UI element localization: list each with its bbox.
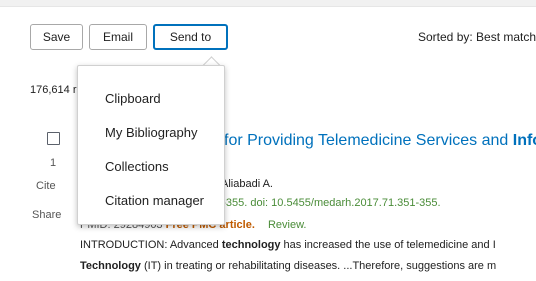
share-button[interactable]: Share — [32, 209, 61, 221]
snippet-highlight: technology — [221, 239, 281, 251]
snippet-line: Technology (IT) in treating or rehabilit… — [80, 260, 496, 272]
article-title-highlight: Info — [512, 132, 536, 149]
result-index: 1 — [50, 157, 57, 169]
snippet-text: has increased the use of telemedicine an… — [280, 239, 496, 251]
menu-item-my-bibliography[interactable]: My Bibliography — [78, 118, 224, 148]
snippet-text: INTRODUCTION: Advanced — [80, 239, 222, 251]
menu-item-collections[interactable]: Collections — [78, 152, 224, 182]
snippet-highlight: Technology — [80, 260, 141, 272]
menu-item-clipboard[interactable]: Clipboard — [78, 84, 224, 114]
snippet-text: (IT) in treating or rehabilitating disea… — [140, 260, 497, 272]
article-citation: 51-355. doi: 10.5455/medarh.2017.71.351-… — [210, 197, 441, 209]
results-count: 176,614 r — [30, 84, 77, 96]
email-button[interactable]: Email — [89, 24, 147, 50]
top-divider — [0, 0, 536, 7]
save-button[interactable]: Save — [30, 24, 83, 50]
review-badge: Review. — [267, 219, 307, 231]
article-title-link[interactable]: for Providing Telemedicine Services and … — [224, 132, 536, 150]
sort-selector[interactable]: Sorted by: Best match — [418, 24, 536, 50]
menu-item-citation-manager[interactable]: Citation manager — [78, 186, 224, 216]
send-to-button[interactable]: Send to — [153, 24, 228, 50]
result-checkbox[interactable] — [47, 132, 60, 145]
snippet-line: INTRODUCTION: Advanced technology has in… — [80, 239, 496, 251]
cite-button[interactable]: Cite — [36, 180, 56, 192]
send-to-dropdown: Clipboard My Bibliography Collections Ci… — [77, 65, 225, 225]
article-title-text: for Providing Telemedicine Services and — [224, 132, 513, 149]
